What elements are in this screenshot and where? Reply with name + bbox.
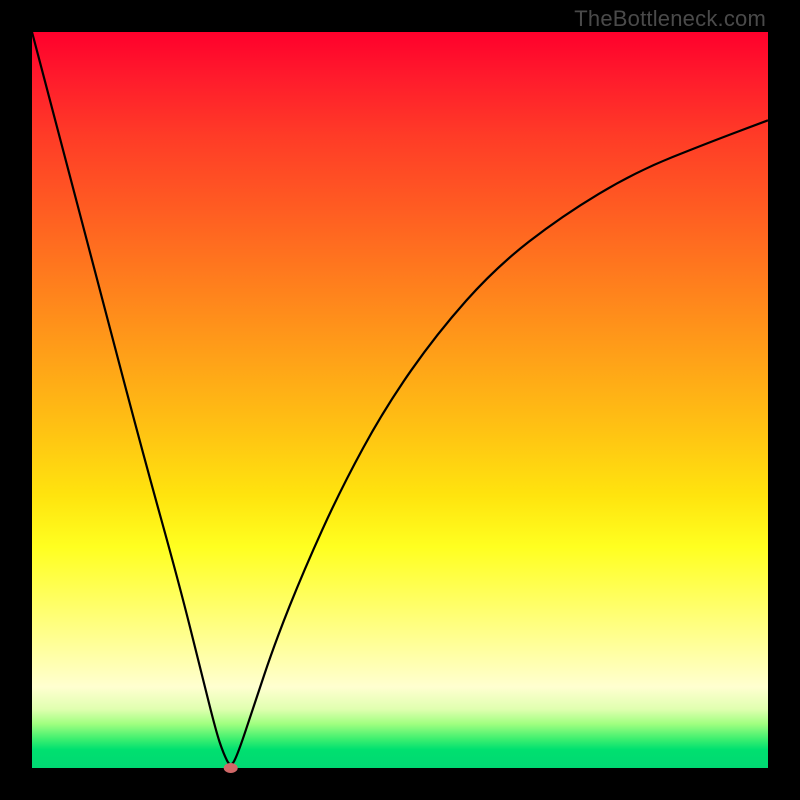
bottleneck-curve	[32, 32, 768, 768]
chart-frame: TheBottleneck.com	[0, 0, 800, 800]
watermark-text: TheBottleneck.com	[574, 6, 766, 32]
optimum-marker	[224, 763, 238, 773]
plot-area	[32, 32, 768, 768]
curve-path	[32, 32, 768, 764]
